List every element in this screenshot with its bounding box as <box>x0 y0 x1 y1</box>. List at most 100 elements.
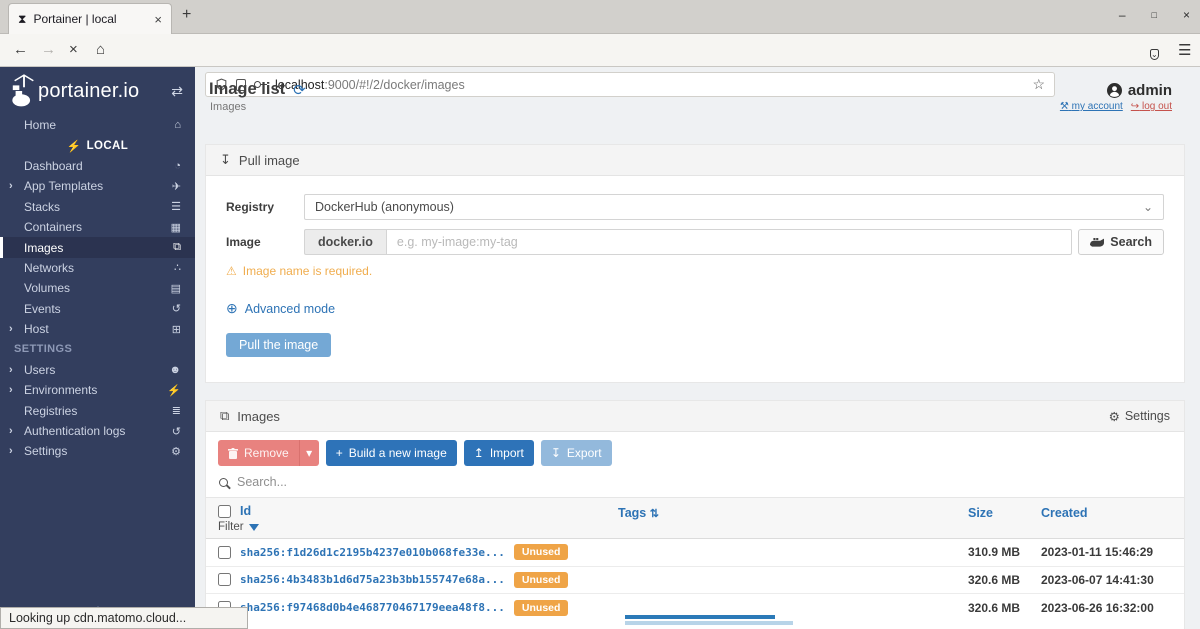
username: admin <box>1127 82 1172 99</box>
registry-select[interactable]: DockerHub (anonymous) ⌄ <box>304 194 1164 220</box>
image-id-link[interactable]: sha256:f1d26d1c2195b4237e010b068fe33e... <box>240 546 505 559</box>
image-prefix-addon: docker.io <box>304 229 386 255</box>
user-avatar-icon <box>1106 83 1122 98</box>
advanced-mode-link[interactable]: ⊕ Advanced mode <box>226 300 1164 317</box>
image-size: 320.6 MB <box>968 600 1021 615</box>
image-created: 2023-06-26 16:32:00 <box>1041 600 1154 615</box>
sidebar-item-label: Containers <box>24 220 83 235</box>
search-icon <box>219 477 228 487</box>
users-icon: ☻ <box>169 363 181 376</box>
chevron-right-icon: › <box>9 323 13 336</box>
sidebar-item-registries[interactable]: Registries ≣ <box>0 400 195 420</box>
warning-icon: ⚠ <box>226 264 237 278</box>
export-button[interactable]: ↧ Export <box>540 440 612 466</box>
images-header: ⧉ Images ⚙ Settings <box>206 401 1184 432</box>
image-created: 2023-06-07 14:41:30 <box>1041 572 1154 587</box>
gear-icon: ⚙ <box>1108 409 1120 424</box>
sidebar-item-containers[interactable]: Containers ▦ <box>0 217 195 237</box>
forward-button[interactable]: → <box>41 41 56 58</box>
filter-funnel-icon[interactable] <box>248 523 259 531</box>
window-close-button[interactable]: × <box>1183 8 1190 22</box>
sidebar-item-label: Networks <box>24 260 75 275</box>
sidebar-item-events[interactable]: Events ↺ <box>0 299 195 319</box>
new-tab-button[interactable]: + <box>182 6 191 24</box>
sidebar-item-images[interactable]: Images ⧉ <box>0 237 195 258</box>
sidebar-item-networks[interactable]: Networks ∴ <box>0 258 195 278</box>
image-name-input[interactable] <box>385 229 1073 255</box>
unused-badge: Unused <box>513 599 569 616</box>
validation-warning: ⚠ Image name is required. <box>226 264 373 278</box>
sidebar-collapse-icon[interactable]: ⇄ <box>171 83 183 100</box>
sidebar-item-users[interactable]: › Users ☻ <box>0 360 195 380</box>
remove-dropdown-caret[interactable]: ▾ <box>298 440 319 466</box>
pull-the-image-button[interactable]: Pull the image <box>226 333 332 357</box>
column-tags[interactable]: Tags ⇅ <box>618 506 659 520</box>
column-size[interactable]: Size <box>968 506 993 520</box>
window-maximize-button[interactable]: □ <box>1152 10 1157 22</box>
search-registry-button[interactable]: Search <box>1078 229 1164 255</box>
table-header: Id Filter Tags ⇅ Size Created <box>206 498 1184 539</box>
sort-icon: ⇅ <box>649 508 659 520</box>
image-id-link[interactable]: sha256:4b3483b1d6d75a23b3bb155747e68a... <box>240 573 505 586</box>
chevron-right-icon: › <box>9 445 13 458</box>
wrench-icon: ⚒ <box>1059 101 1069 112</box>
column-id[interactable]: Id <box>240 504 251 518</box>
sidebar-item-dashboard[interactable]: Dashboard ◔ <box>0 156 195 176</box>
sidebar-item-authentication-logs[interactable]: › Authentication logs ↺ <box>0 421 195 441</box>
upload-icon: ↥ <box>473 446 484 460</box>
log-out-link[interactable]: ↪ log out <box>1131 101 1172 112</box>
database-icon: ≣ <box>171 405 181 418</box>
stop-button[interactable]: × <box>69 41 78 58</box>
window-minimize-button[interactable]: – <box>1119 8 1126 22</box>
image-size: 320.6 MB <box>968 572 1021 587</box>
sidebar-item-label: Images <box>24 240 64 255</box>
sidebar-item-stacks[interactable]: Stacks ☰ <box>0 197 195 217</box>
row-checkbox[interactable] <box>218 545 231 559</box>
tab-close-icon[interactable]: × <box>154 12 162 27</box>
build-new-image-button[interactable]: + Build a new image <box>325 440 457 466</box>
table-row[interactable]: sha256:f1d26d1c2195b4237e010b068fe33e...… <box>206 539 1184 567</box>
layers-icon: ⧉ <box>173 241 181 254</box>
back-button[interactable]: ← <box>13 41 28 58</box>
sidebar-item-app-templates[interactable]: › App Templates ✈ <box>0 176 195 196</box>
bookmark-star-icon[interactable]: ☆ <box>1032 76 1045 93</box>
image-id-link[interactable]: sha256:f97468d0b4e468770467179eea48f8... <box>240 601 505 614</box>
sidebar-item-host[interactable]: › Host ⊞ <box>0 319 195 339</box>
select-all-checkbox[interactable] <box>218 504 231 518</box>
table-search <box>206 473 1184 498</box>
menu-icon[interactable]: ☰ <box>1178 41 1191 59</box>
history-icon: ↺ <box>171 303 181 316</box>
sidebar-item-label: Volumes <box>24 281 71 296</box>
table-settings-button[interactable]: ⚙ Settings <box>1109 409 1170 424</box>
whale-icon <box>1090 238 1105 247</box>
my-account-link[interactable]: ⚒ my account <box>1060 101 1123 112</box>
sidebar-item-label: Home <box>24 118 57 133</box>
url-bar[interactable]: localhost:9000/#!/2/docker/images ☆ <box>205 72 1055 97</box>
sidebar-endpoint-local[interactable]: ⚡ LOCAL <box>0 135 195 155</box>
sidebar-item-label: Registries <box>24 403 78 418</box>
endpoint-label: LOCAL <box>86 139 129 152</box>
table-search-input[interactable] <box>237 475 1171 489</box>
import-button[interactable]: ↥ Import <box>463 440 534 466</box>
registry-value: DockerHub (anonymous) <box>315 200 454 214</box>
trash-icon <box>228 447 238 459</box>
table-row[interactable]: sha256:4b3483b1d6d75a23b3bb155747e68a...… <box>206 567 1184 594</box>
sidebar-item-volumes[interactable]: Volumes ▤ <box>0 278 195 298</box>
row-checkbox[interactable] <box>218 573 231 587</box>
url-text[interactable]: localhost:9000/#!/2/docker/images <box>275 78 1024 92</box>
image-created: 2023-01-11 15:46:29 <box>1041 545 1154 560</box>
unused-badge: Unused <box>513 571 569 588</box>
user-menu[interactable]: admin <box>1106 82 1172 99</box>
sidebar-item-settings[interactable]: › Settings ⚙ <box>0 441 195 461</box>
unused-badge: Unused <box>513 544 569 561</box>
remove-button[interactable]: Remove <box>218 440 299 466</box>
sidebar-item-environments[interactable]: › Environments ⚡ <box>0 380 195 400</box>
plug-icon: ⚡ <box>66 140 82 153</box>
sidebar-item-home[interactable]: Home ⌂ <box>0 115 195 135</box>
sidebar-logo[interactable]: portainer.io ⇄ <box>0 67 195 113</box>
browser-tab[interactable]: ⧗ Portainer | local × <box>8 3 172 34</box>
pocket-icon[interactable]: ⌄ <box>1150 44 1159 61</box>
refresh-icon[interactable]: ⟳ <box>293 81 306 99</box>
home-button[interactable]: ⌂ <box>96 41 105 58</box>
column-created[interactable]: Created <box>1041 506 1088 520</box>
